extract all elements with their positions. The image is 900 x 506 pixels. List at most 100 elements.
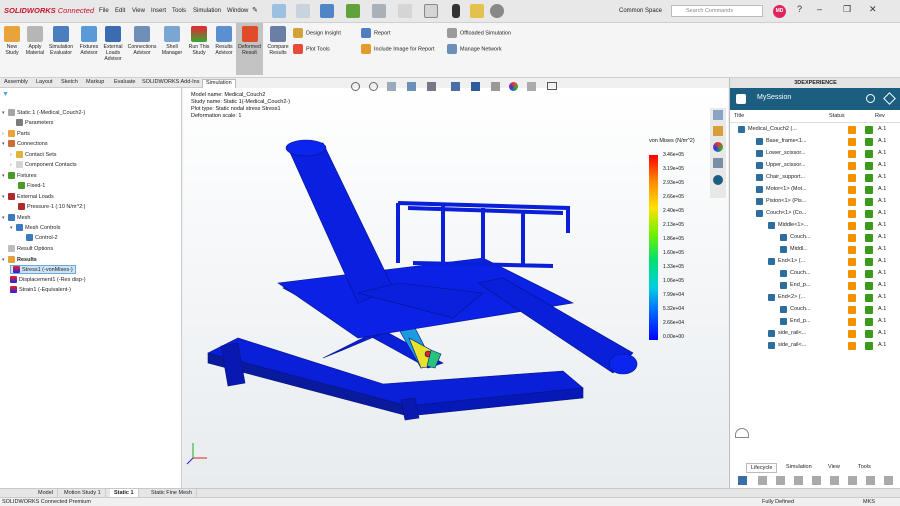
tree-result-options[interactable]: Result Options	[2, 245, 53, 252]
lifecycle-icon[interactable]	[738, 476, 747, 485]
lock-icon[interactable]	[758, 476, 767, 485]
search-icon[interactable]	[812, 476, 821, 485]
select-cursor-icon[interactable]	[424, 4, 438, 18]
open-icon[interactable]	[320, 4, 334, 18]
connections-advisor-button[interactable]: Connections Advisor	[126, 26, 158, 56]
restore-icon[interactable]: ❐	[843, 4, 851, 15]
menu-view[interactable]: View	[132, 8, 145, 14]
external-loads-advisor-button[interactable]: External Loads Advisor	[101, 26, 125, 62]
manage-network-button[interactable]: Manage Network	[447, 44, 502, 54]
tab-sketch[interactable]: Sketch	[58, 79, 81, 85]
results-advisor-button[interactable]: Results Advisor	[213, 26, 235, 56]
print-icon[interactable]	[372, 4, 386, 18]
filter-icon[interactable]: ▼	[2, 91, 9, 98]
session-name[interactable]: MySession	[757, 94, 791, 101]
component-row[interactable]: Couch... A.1	[730, 232, 900, 244]
tree-parts[interactable]: › Parts	[2, 130, 30, 137]
menu-insert[interactable]: Insert	[151, 8, 166, 14]
component-row[interactable]: side_rail<... A.1	[730, 340, 900, 352]
collapse-panel-icon[interactable]	[735, 428, 749, 438]
menu-edit[interactable]: Edit	[115, 8, 125, 14]
pin-icon[interactable]: ✎	[252, 6, 258, 14]
compare-results-button[interactable]: Compare Results	[266, 26, 290, 56]
tree-component-contacts[interactable]: › Component Contacts	[10, 161, 77, 168]
search-input[interactable]: Search Commands	[671, 5, 763, 17]
tab-addins[interactable]: SOLIDWORKS Add-Ins	[139, 79, 202, 85]
help-icon[interactable]: ?	[797, 4, 802, 14]
apply-material-button[interactable]: Apply Material	[23, 26, 47, 56]
save-icon[interactable]	[346, 4, 360, 18]
menu-simulation[interactable]: Simulation	[193, 8, 221, 14]
tab-layout[interactable]: Layout	[33, 79, 56, 85]
tree-control-2[interactable]: Control-2	[26, 234, 58, 241]
tree-results[interactable]: ▾ Results	[2, 256, 37, 263]
component-row[interactable]: Piston<1> (Pis... A.1	[730, 196, 900, 208]
view-palette-icon[interactable]	[713, 158, 723, 168]
tab-simulation-3dx[interactable]: Simulation	[782, 463, 816, 471]
tab-static-1[interactable]: Static 1	[110, 489, 139, 497]
appearances-icon[interactable]	[713, 142, 723, 152]
component-row[interactable]: Couch... A.1	[730, 304, 900, 316]
tree-external-loads[interactable]: ▾ External Loads	[2, 193, 54, 200]
menu-window[interactable]: Window	[227, 8, 248, 14]
include-image-button[interactable]: Include Image for Report	[361, 44, 435, 54]
tree-fixtures[interactable]: ▾ Fixtures	[2, 172, 37, 179]
more-icon[interactable]	[884, 476, 893, 485]
avatar[interactable]: MD	[773, 5, 786, 18]
shell-manager-button[interactable]: Shell Manager	[160, 26, 184, 56]
minimize-icon[interactable]: –	[817, 4, 822, 14]
traffic-light-icon[interactable]	[452, 4, 460, 18]
tree-mesh[interactable]: ▾ Mesh	[2, 214, 30, 221]
tab-tools-3dx[interactable]: Tools	[854, 463, 875, 471]
tab-motion-study-1[interactable]: Motion Study 1	[60, 489, 106, 497]
revise-icon[interactable]	[794, 476, 803, 485]
component-row[interactable]: Base_frame<1... A.1	[730, 136, 900, 148]
3dexperience-icon[interactable]	[713, 175, 723, 185]
component-row[interactable]: End<1> (... A.1	[730, 256, 900, 268]
stress-plot-model[interactable]	[183, 88, 728, 488]
tab-model[interactable]: Model	[34, 489, 58, 497]
deformed-result-button[interactable]: Deformed Result	[236, 23, 263, 75]
search-icon[interactable]	[866, 94, 875, 103]
tree-connections[interactable]: ▾ Connections	[2, 140, 48, 147]
run-study-button[interactable]: Run This Study	[186, 26, 212, 56]
tree-parameters[interactable]: Parameters	[10, 119, 53, 126]
sync-icon[interactable]	[830, 476, 839, 485]
simulation-evaluator-button[interactable]: Simulation Evaluator	[47, 26, 75, 56]
tab-simulation[interactable]: Simulation	[202, 79, 236, 88]
component-row[interactable]: Upper_scissor... A.1	[730, 160, 900, 172]
tab-assembly[interactable]: Assembly	[1, 79, 31, 85]
tree-stress1[interactable]: Stress1 (-vonMises-)	[10, 265, 76, 274]
menu-tools[interactable]: Tools	[172, 8, 186, 14]
status-units[interactable]: MKS	[863, 499, 875, 505]
plot-tools-button[interactable]: Plot Tools	[293, 44, 330, 54]
gear-icon[interactable]	[490, 4, 504, 18]
tree-mesh-controls[interactable]: ▾ Mesh Controls	[10, 224, 60, 231]
close-icon[interactable]: ✕	[869, 4, 877, 15]
component-row[interactable]: Middle<1>... A.1	[730, 220, 900, 232]
tree-fixed-1[interactable]: Fixed-1	[18, 182, 45, 189]
tab-evaluate[interactable]: Evaluate	[111, 79, 138, 85]
tab-markup[interactable]: Markup	[83, 79, 107, 85]
component-row[interactable]: Lower_scissor... A.1	[730, 148, 900, 160]
component-row[interactable]: Chair_support... A.1	[730, 172, 900, 184]
offloaded-simulation-button[interactable]: Offloaded Simulation	[447, 28, 511, 38]
design-insight-button[interactable]: Design Insight	[293, 28, 341, 38]
tree-pressure-1[interactable]: Pressure-1 (:10 N/m^2:)	[18, 203, 86, 210]
reserve-icon[interactable]	[848, 476, 857, 485]
component-row[interactable]: Middl... A.1	[730, 244, 900, 256]
component-row[interactable]: End_p... A.1	[730, 280, 900, 292]
component-row[interactable]: side_rail<... A.1	[730, 328, 900, 340]
new-study-button[interactable]: New Study	[2, 26, 22, 56]
tag-icon[interactable]	[883, 92, 896, 105]
tree-strain1[interactable]: Strain1 (-Equivalent-)	[10, 286, 71, 293]
maturity-icon[interactable]	[866, 476, 875, 485]
tree-displacement1[interactable]: Displacement1 (-Res disp-)	[10, 276, 86, 283]
component-row[interactable]: End_p... A.1	[730, 316, 900, 328]
component-row[interactable]: End<2> (... A.1	[730, 292, 900, 304]
component-row[interactable]: Couch... A.1	[730, 268, 900, 280]
component-row[interactable]: Medical_Couch2 (... A.1	[730, 124, 900, 136]
new-document-icon[interactable]	[296, 4, 310, 18]
menu-file[interactable]: File	[99, 8, 109, 14]
common-space-label[interactable]: Common Space	[619, 8, 662, 14]
